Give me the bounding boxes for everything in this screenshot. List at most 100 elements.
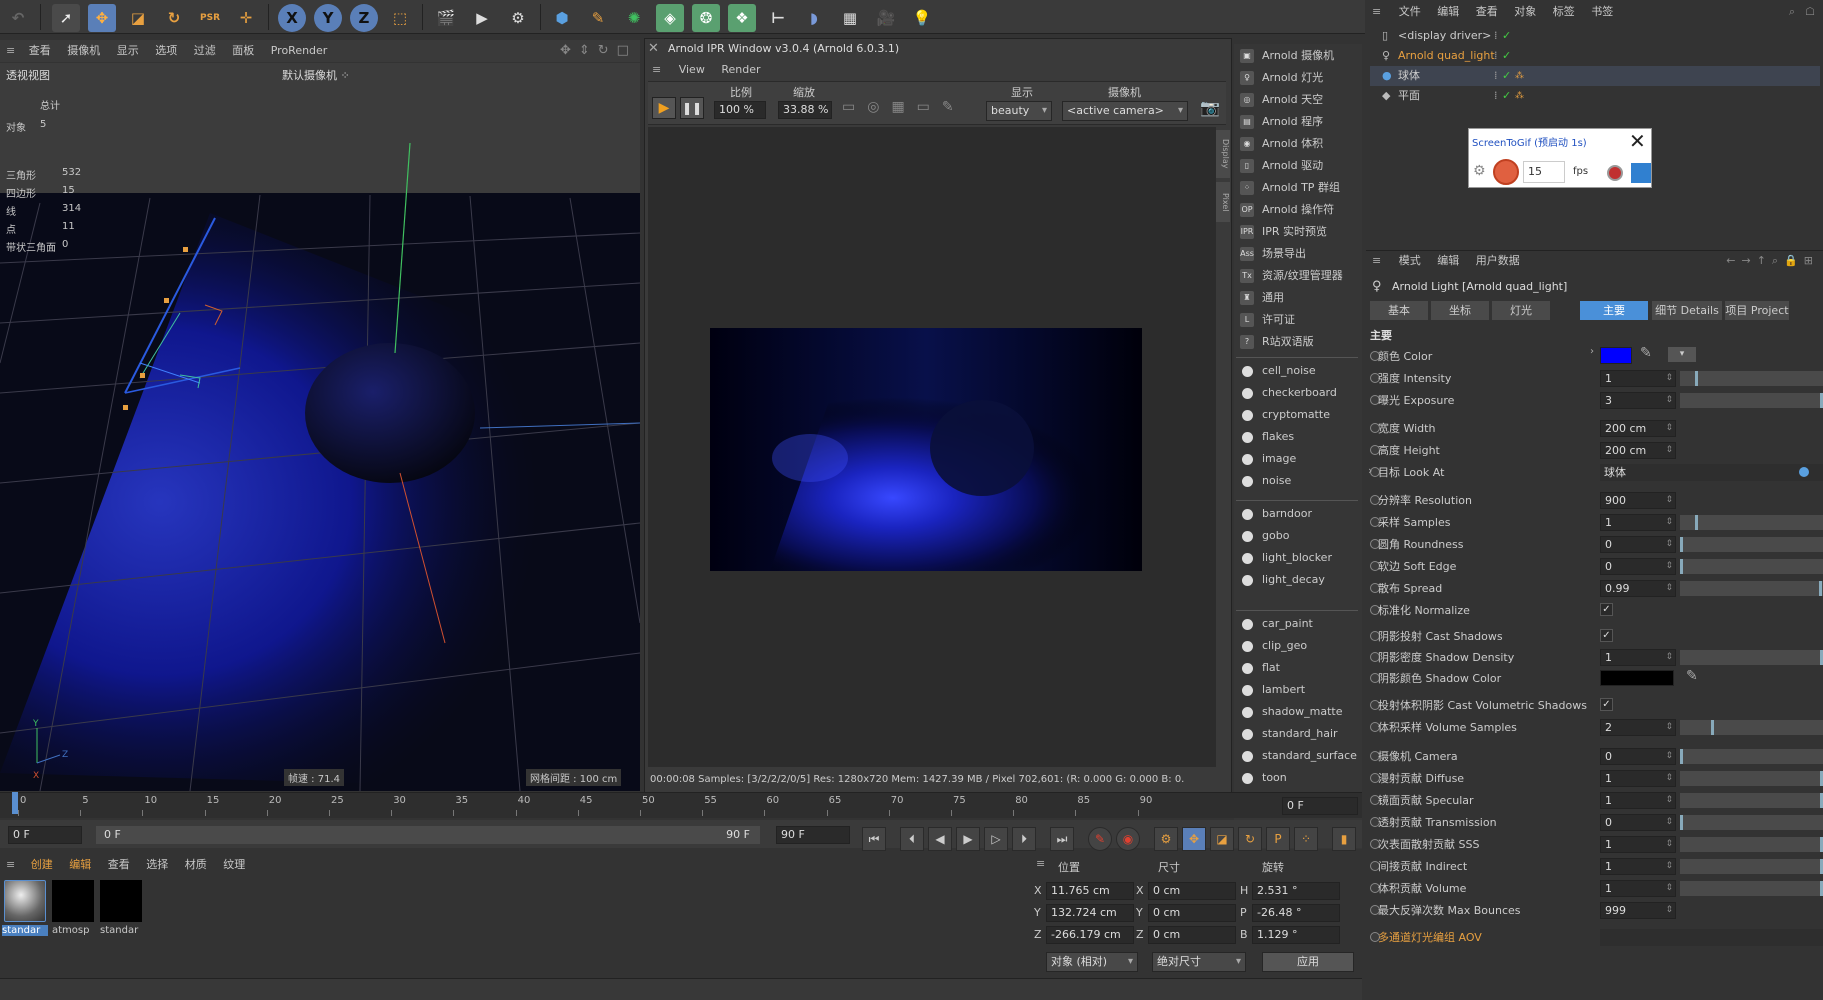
om-filter-icon[interactable]: ☖: [1805, 2, 1815, 22]
arnold-menu-item[interactable]: ? R站双语版: [1236, 332, 1358, 352]
material-thumb-1[interactable]: [4, 880, 46, 922]
shader-item[interactable]: toon: [1236, 768, 1358, 788]
material-label-3[interactable]: standar: [100, 925, 144, 936]
slider-knob[interactable]: [1680, 559, 1683, 574]
key-selection-icon[interactable]: ⚙: [1154, 827, 1178, 851]
autokey-button[interactable]: ◉: [1116, 827, 1140, 851]
coord-size-mode-select[interactable]: 绝对尺寸: [1152, 952, 1246, 972]
slider-knob[interactable]: [1818, 581, 1822, 596]
param-slider[interactable]: [1680, 859, 1823, 874]
attr-tab[interactable]: 坐标: [1431, 301, 1489, 320]
select-arrow-icon[interactable]: ➚: [52, 4, 80, 32]
param-value[interactable]: 0: [1600, 814, 1676, 831]
coord-size-field[interactable]: 0 cm: [1148, 882, 1236, 900]
field-icon[interactable]: ◗: [800, 4, 828, 32]
enabled-check-icon[interactable]: ✓: [1502, 26, 1511, 46]
mat-menu-select[interactable]: 选择: [146, 855, 168, 875]
deformer-icon[interactable]: ⊢: [764, 4, 792, 32]
y-axis-icon[interactable]: Y: [314, 4, 342, 32]
camera-icon[interactable]: 🎥: [872, 4, 900, 32]
lookat-expand-icon[interactable]: ›: [1368, 464, 1372, 477]
slider-knob[interactable]: [1680, 815, 1683, 830]
screentogif-stop-button[interactable]: [1631, 163, 1651, 183]
param-slider[interactable]: [1680, 537, 1823, 552]
coord-pos-field[interactable]: 132.724 cm: [1046, 904, 1134, 922]
timeline-current-field[interactable]: 0 F: [1282, 797, 1358, 815]
arnold-menu-item[interactable]: OP Arnold 操作符: [1236, 200, 1358, 220]
psr-tool-icon[interactable]: PSR: [196, 4, 224, 32]
coord-size-field[interactable]: 0 cm: [1148, 904, 1236, 922]
object-row[interactable]: ● 球体 ⁞ ✓ ⁂: [1370, 66, 1820, 86]
om-menu-view[interactable]: 查看: [1476, 2, 1498, 22]
shader-item[interactable]: barndoor: [1236, 504, 1358, 524]
material-label-1[interactable]: standar: [2, 925, 48, 936]
color-expand-icon[interactable]: ›: [1590, 346, 1594, 357]
lookat-dot-icon[interactable]: [1799, 467, 1809, 477]
arnold-menu-item[interactable]: Ass 场景导出: [1236, 244, 1358, 264]
param-slider[interactable]: [1680, 815, 1823, 830]
arnold-menu-item[interactable]: IPR IPR 实时预览: [1236, 222, 1358, 242]
material-thumb-3[interactable]: [100, 880, 142, 922]
mat-menu-view[interactable]: 查看: [108, 855, 130, 875]
key-pla-icon[interactable]: ⁘: [1294, 827, 1318, 851]
screentogif-settings-icon[interactable]: ⚙: [1473, 163, 1486, 179]
shader-item[interactable]: noise: [1236, 471, 1358, 491]
om-menu-bookmarks[interactable]: 书签: [1591, 2, 1613, 22]
ipr-menu-icon[interactable]: ≡: [652, 63, 661, 76]
slider-knob[interactable]: [1680, 537, 1683, 552]
shader-item[interactable]: car_paint: [1236, 614, 1358, 634]
tag-icon[interactable]: ⁂: [1515, 86, 1524, 106]
end-frame-field[interactable]: 90 F: [776, 826, 850, 844]
ipr-view-icons[interactable]: ▭◎▦▭✎: [842, 99, 966, 115]
vp-menu-view[interactable]: 查看: [29, 40, 51, 62]
shader-item[interactable]: gobo: [1236, 526, 1358, 546]
param-value[interactable]: 2: [1600, 719, 1676, 736]
next-frame-button[interactable]: ▷: [984, 827, 1008, 851]
key-rotate-icon[interactable]: ↻: [1238, 827, 1262, 851]
vp-menu-filter[interactable]: 过滤: [194, 40, 216, 62]
play-button[interactable]: ▶: [956, 827, 980, 851]
slider-knob[interactable]: [1680, 749, 1683, 764]
object-row[interactable]: ◆ 平面 ⁞ ✓ ⁂: [1370, 86, 1820, 106]
vp-menu-panel[interactable]: 面板: [232, 40, 254, 62]
om-menu-tags[interactable]: 标签: [1553, 2, 1575, 22]
param-slider[interactable]: [1680, 559, 1823, 574]
shader-item[interactable]: lambert: [1236, 680, 1358, 700]
param-value[interactable]: 0: [1600, 748, 1676, 765]
ipr-close-icon[interactable]: ✕: [648, 41, 659, 56]
arnold-menu-item[interactable]: ▯ Arnold 驱动: [1236, 156, 1358, 176]
enabled-check-icon[interactable]: ✓: [1502, 46, 1511, 66]
ipr-play-button[interactable]: ▶: [652, 97, 676, 119]
coord-rot-field[interactable]: 2.531 °: [1252, 882, 1340, 900]
vp-menu-display[interactable]: 显示: [117, 40, 139, 62]
coord-mode-select[interactable]: 对象 (相对): [1046, 952, 1138, 972]
arnold-menu-item[interactable]: ▣ Arnold 摄像机: [1236, 46, 1358, 66]
vp-menu-options[interactable]: 选项: [155, 40, 177, 62]
mat-menu-edit[interactable]: 编辑: [69, 855, 91, 875]
param-value[interactable]: 0: [1600, 536, 1676, 553]
rotate-tool-icon[interactable]: ↻: [160, 4, 188, 32]
shader-item[interactable]: light_blocker: [1236, 548, 1358, 568]
shader-item[interactable]: flakes: [1236, 427, 1358, 447]
mograph-icon[interactable]: ❂: [692, 4, 720, 32]
coord-pos-field[interactable]: 11.765 cm: [1046, 882, 1134, 900]
am-menu-edit[interactable]: 编辑: [1437, 251, 1459, 271]
am-menu-icon[interactable]: ≡: [1372, 254, 1381, 267]
shader-item[interactable]: flat: [1236, 658, 1358, 678]
visibility-icon[interactable]: ⁞: [1494, 66, 1498, 86]
record-keys-button[interactable]: ✎: [1088, 827, 1112, 851]
screentogif-fps-field[interactable]: 15: [1523, 161, 1565, 183]
arnold-menu-item[interactable]: ◎ Arnold 天空: [1236, 90, 1358, 110]
aov-field[interactable]: [1600, 929, 1823, 946]
arnold-menu-item[interactable]: ♀ Arnold 灯光: [1236, 68, 1358, 88]
subdivision-icon[interactable]: ✺: [620, 4, 648, 32]
coord-pos-field[interactable]: -266.179 cm: [1046, 926, 1134, 944]
shader-item[interactable]: standard_hair: [1236, 724, 1358, 744]
arnold-menu-item[interactable]: ♜ 通用: [1236, 288, 1358, 308]
coord-menu-icon[interactable]: ≡: [1036, 857, 1045, 870]
next-key-button[interactable]: ⏵: [1012, 827, 1036, 851]
screentogif-record-icon[interactable]: [1493, 159, 1519, 185]
param-slider[interactable]: [1680, 771, 1823, 786]
arnold-menu-item[interactable]: Tx 资源/纹理管理器: [1236, 266, 1358, 286]
param-value[interactable]: 999: [1600, 902, 1676, 919]
